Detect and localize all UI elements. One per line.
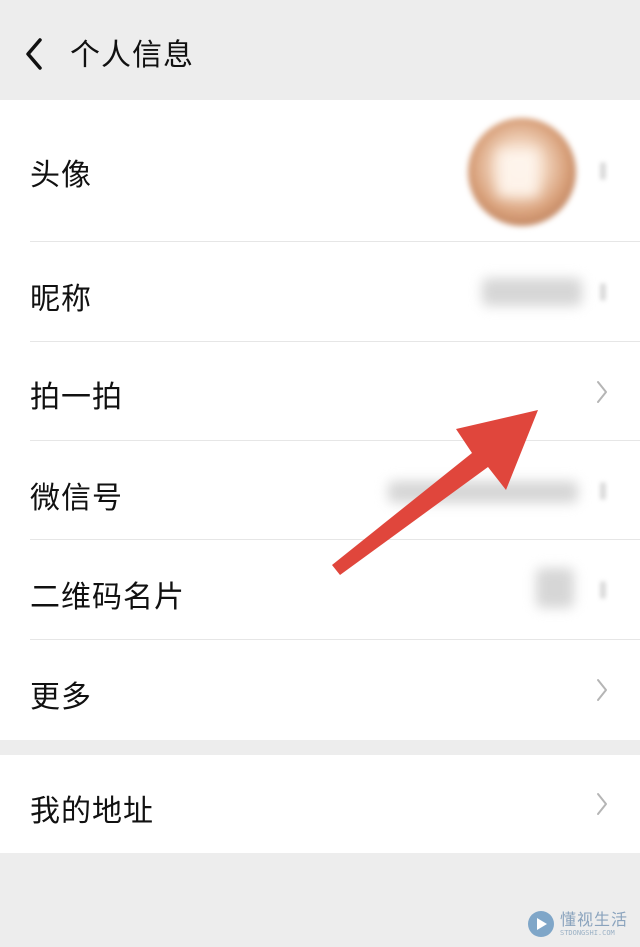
chevron-left-icon xyxy=(26,38,42,70)
blurred-chevron xyxy=(600,162,606,180)
play-logo-icon xyxy=(527,911,554,937)
row-more[interactable]: 更多 xyxy=(0,640,640,740)
row-label-nickname: 昵称 xyxy=(30,282,92,317)
row-nickname[interactable]: 昵称 xyxy=(0,242,640,342)
row-label-qr-card: 二维码名片 xyxy=(30,580,185,615)
wechat-id-value-blurred xyxy=(388,481,578,503)
avatar-face-blur xyxy=(498,150,538,196)
nickname-value-blurred xyxy=(482,278,582,306)
watermark-main: 懂视生活 xyxy=(559,909,628,929)
row-avatar[interactable]: 头像 xyxy=(0,100,640,242)
row-label-my-address: 我的地址 xyxy=(30,794,154,829)
qr-code-icon xyxy=(536,568,574,608)
address-group: 我的地址 xyxy=(0,755,640,853)
chevron-right-icon xyxy=(597,793,607,815)
watermark-sub: STDONGSHI.COM xyxy=(559,928,615,937)
row-pat[interactable]: 拍一拍 xyxy=(0,342,640,441)
page-title: 个人信息 xyxy=(70,38,194,73)
watermark: 懂视生活 STDONGSHI.COM xyxy=(527,909,628,937)
blurred-chevron xyxy=(600,581,606,599)
chevron-right-icon xyxy=(597,679,607,701)
row-label-more: 更多 xyxy=(30,680,92,715)
blurred-chevron xyxy=(600,283,606,301)
profile-settings-group: 头像 昵称 拍一拍 微信号 二维码名片 更多 xyxy=(0,100,640,740)
watermark-text: 懂视生活 STDONGSHI.COM xyxy=(559,909,628,937)
row-label-pat: 拍一拍 xyxy=(30,380,123,415)
blurred-chevron xyxy=(600,482,606,500)
row-label-wechat-id: 微信号 xyxy=(30,481,123,516)
header-bar: 个人信息 xyxy=(0,0,640,100)
row-wechat-id[interactable]: 微信号 xyxy=(0,441,640,540)
row-qr-card[interactable]: 二维码名片 xyxy=(0,540,640,640)
row-my-address[interactable]: 我的地址 xyxy=(0,755,640,853)
back-button[interactable] xyxy=(18,34,54,74)
chevron-right-icon xyxy=(597,381,607,403)
row-label-avatar: 头像 xyxy=(30,158,92,193)
